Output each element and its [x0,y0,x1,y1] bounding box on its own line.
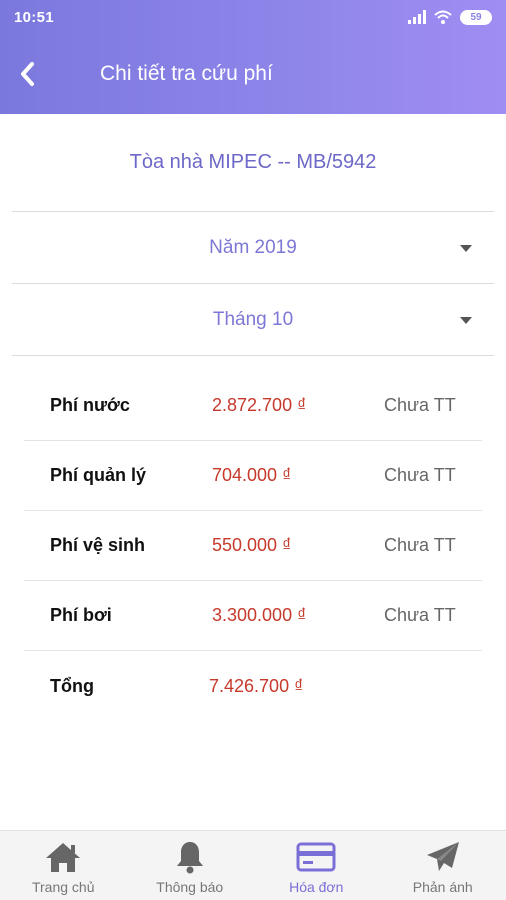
nav-label: Trang chủ [31,879,95,895]
fee-status: Chưa TT [384,605,456,625]
fee-amount: 704.000 ₫ [212,465,292,485]
fee-row: Phí nước 2.872.700 ₫ Chưa TT [24,371,482,441]
send-icon [423,840,463,874]
total-label: Tổng [50,675,94,696]
fee-detail-content: Tòa nhà MIPEC -- MB/5942 Năm 2019 Tháng … [0,114,506,721]
year-select-value: Năm 2019 [209,236,297,258]
month-select-value: Tháng 10 [212,308,294,330]
fee-list: Phí nước 2.872.700 ₫ Chưa TT Phí quản lý… [0,371,506,721]
month-select[interactable]: Tháng 10 [0,284,506,355]
signal-icon [408,10,426,24]
app-header: Chi tiết tra cứu phí [0,34,506,114]
page-title: Chi tiết tra cứu phí [100,62,273,85]
fee-name: Phí bơi [50,605,112,625]
fee-name: Phí vệ sinh [50,535,146,555]
battery-icon: 59 [460,9,492,25]
chevron-left-icon [21,62,34,86]
nav-item-invoices[interactable]: Hóa đơn [253,831,380,900]
year-select[interactable]: Năm 2019 [0,212,506,283]
dropdown-arrow-icon [460,316,472,324]
wifi-icon [434,10,452,24]
nav-item-home[interactable]: Trang chủ [0,831,127,900]
status-bar: 10:51 59 [0,0,506,34]
nav-item-feedback[interactable]: Phản ánh [380,831,506,900]
status-icons: 59 [408,9,492,25]
fee-row: Phí vệ sinh 550.000 ₫ Chưa TT [24,511,482,581]
back-button[interactable] [0,44,54,104]
nav-label: Hóa đơn [289,879,344,895]
nav-label: Phản ánh [412,879,473,895]
divider [12,355,494,356]
card-icon [296,840,336,874]
total-row: Tổng 7.426.700 ₫ [24,651,482,721]
dropdown-arrow-icon [460,244,472,252]
fee-amount: 3.300.000 ₫ [212,605,307,625]
home-icon [43,840,83,874]
battery-level: 59 [470,11,482,23]
fee-status: Chưa TT [384,465,456,485]
fee-row: Phí bơi 3.300.000 ₫ Chưa TT [24,581,482,651]
nav-label: Thông báo [156,879,224,895]
building-name: Tòa nhà MIPEC -- MB/5942 [129,151,377,173]
status-time: 10:51 [14,8,54,26]
bell-icon [170,840,210,874]
fee-name: Phí nước [50,395,130,415]
fee-status: Chưa TT [384,395,456,415]
fee-row: Phí quản lý 704.000 ₫ Chưa TT [24,441,482,511]
nav-item-notifications[interactable]: Thông báo [127,831,254,900]
fee-amount: 2.872.700 ₫ [212,395,307,415]
total-amount: 7.426.700 ₫ [209,675,304,696]
fee-name: Phí quản lý [50,465,147,485]
fee-status: Chưa TT [384,535,456,555]
fee-amount: 550.000 ₫ [212,535,292,555]
bottom-navigation: Trang chủ Thông báo Hóa đơn Phản ánh [0,830,506,900]
